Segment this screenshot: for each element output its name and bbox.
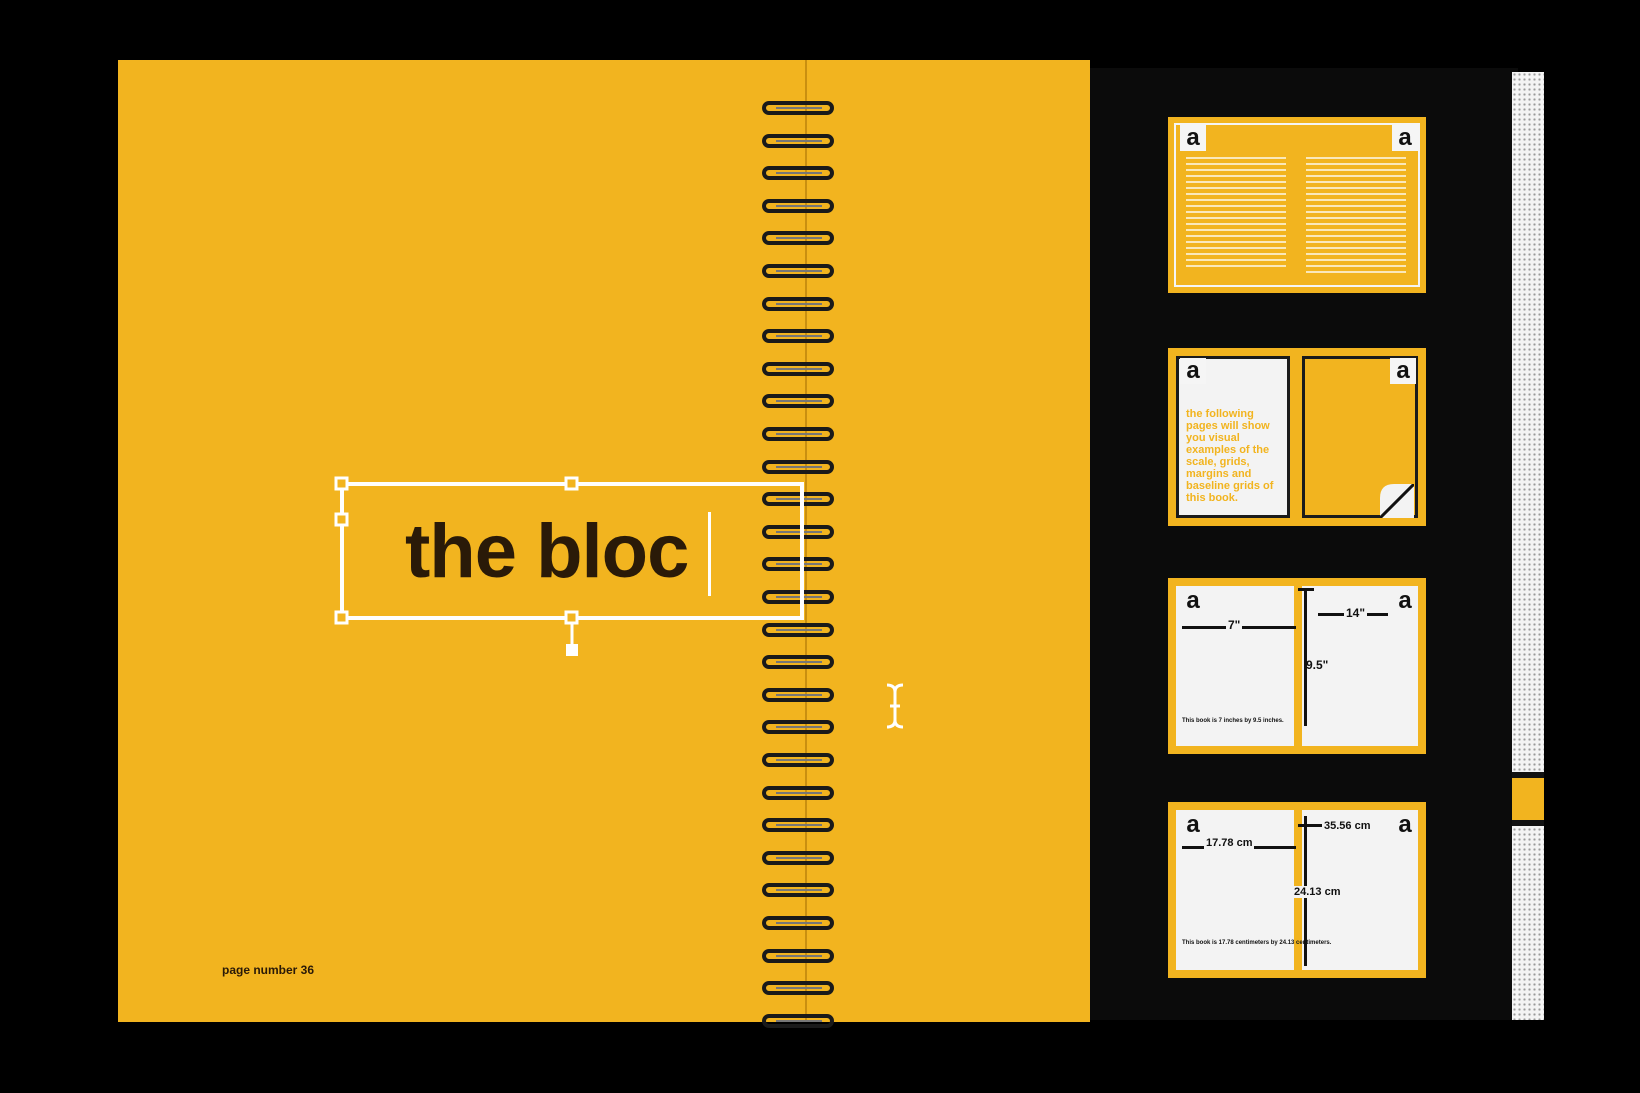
width-label: 17.78 cm [1204,837,1255,849]
spiral-coil [762,753,834,767]
corner-letter-right: a [1392,125,1418,151]
spiral-coil [762,133,834,148]
size-caption: This book is 7 inches by 9.5 inches. [1182,718,1284,724]
spiral-coil [762,394,834,409]
spiral-coil [762,166,834,181]
page-number: page number 36 [222,963,315,977]
handle-left-upper [334,512,349,527]
handle-top-left [334,476,349,491]
page-curl-icon [1380,484,1414,518]
spiral-coil [762,329,834,344]
spiral-coil [762,296,834,311]
spiral-coil [762,785,834,800]
spiral-coil [762,427,834,441]
thumbnail-intro-spread: a a the following pages will show you vi… [1168,348,1426,526]
spread-width-label: 14" [1344,606,1368,620]
size-caption: This book is 17.78 centimeters by 24.13 … [1182,940,1332,946]
thumbnail-inch-dimensions: a a 7" 14" 9.5" This book is 7 inches by… [1168,578,1426,754]
width-label: 7" [1226,618,1243,632]
thumbnail-cm-dimensions: a a 17.78 cm 35.56 cm 24.13 cm This book… [1168,802,1426,978]
spiral-coil [762,198,834,213]
thumbnail-text-spread: a a [1168,117,1426,293]
spiral-coil [762,948,834,963]
spiral-coil [762,101,834,115]
handle-top-center [564,476,579,491]
strip-marker [1512,772,1544,826]
corner-letter-left: a [1186,811,1200,838]
spiral-coil [762,264,834,278]
spiral-coil [762,720,834,735]
corner-letter-left: a [1180,358,1206,384]
spiral-coil [762,916,834,930]
perforated-strip [1512,72,1544,1020]
spiral-coil [762,818,834,833]
corner-letter-right: a [1390,358,1416,384]
height-label: 9.5" [1306,658,1329,672]
corner-letter-left: a [1180,125,1206,151]
corner-letter-left: a [1186,587,1200,614]
spiral-coil [762,981,834,996]
spiral-coil [762,459,834,474]
handle-bottom-left [334,610,349,625]
intro-text: the following pages will show you visual… [1186,408,1274,504]
i-beam-cursor-icon [886,683,904,729]
corner-letter-right: a [1398,811,1412,838]
rotate-handle [566,644,578,656]
right-page [808,60,1090,1022]
height-label: 24.13 cm [1294,886,1341,898]
spiral-coil [762,687,834,702]
spiral-coil [762,883,834,898]
text-cursor [708,512,711,596]
spiral-coil [762,231,834,246]
spiral-coil [762,850,834,865]
spread-width-label: 35.56 cm [1322,820,1373,832]
page-heading: the bloc [405,509,689,594]
handle-bottom-center [564,610,579,625]
corner-letter-right: a [1398,587,1412,614]
spiral-coil [762,1013,834,1028]
spiral-coil [762,361,834,376]
